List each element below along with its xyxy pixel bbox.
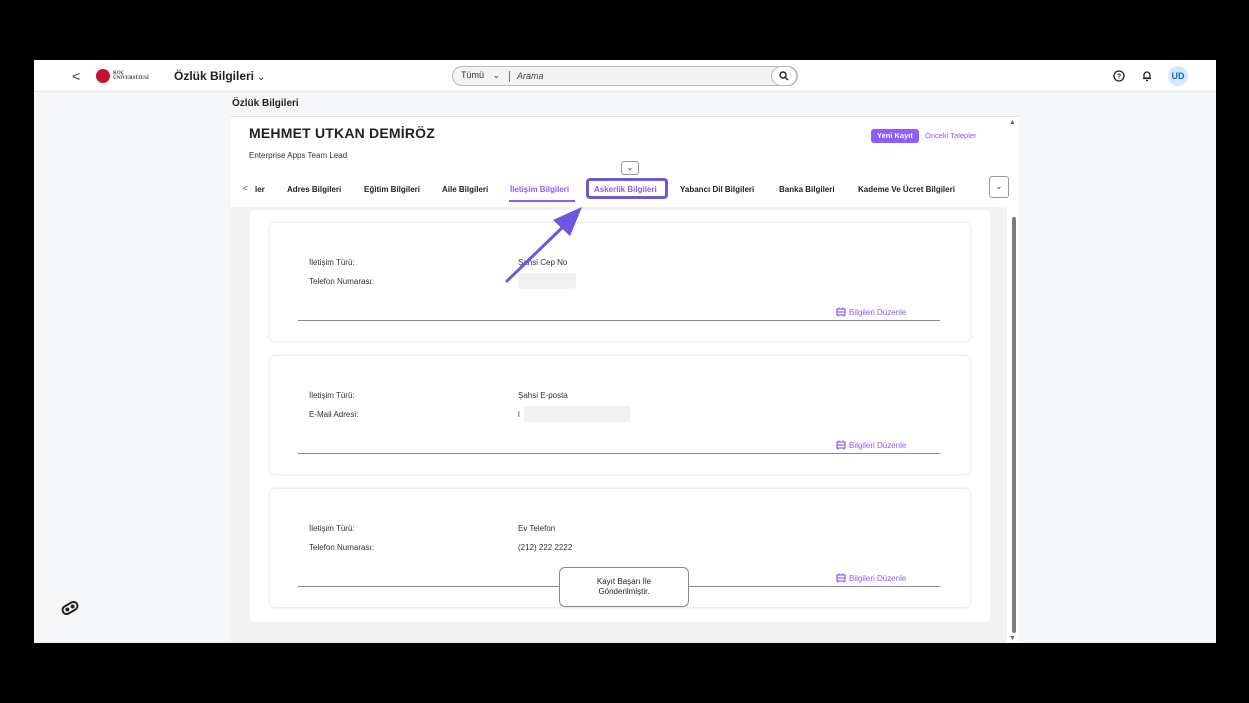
tab-scroll-left-icon[interactable]: < [243,184,248,193]
success-toast: Kayıt Başarı İle Gönderilmiştir. [559,567,689,607]
page-title: Özlük Bilgileri [232,98,299,109]
scroll-up-icon[interactable]: ▲ [1009,119,1016,126]
edit-info-label: Bilgileri Düzenle [849,573,907,583]
tab-highlight-box [586,178,668,199]
bell-icon[interactable] [1140,69,1154,83]
logo-text-line2: ÜNİVERSİTESİ [113,76,149,81]
back-button[interactable]: < [72,68,80,84]
edit-info-label: Bilgileri Düzenle [849,440,907,450]
email-address-label: E-Mail Adresi: [309,410,359,419]
active-tab-indicator [509,200,575,202]
app-screen: < KOÇ ÜNİVERSİTESİ Özlük Bilgileri ⌄ Tümü… [34,60,1216,643]
shell-bar: < KOÇ ÜNİVERSİTESİ Özlük Bilgileri ⌄ Tümü… [34,60,1216,92]
previous-requests-button[interactable]: Önceki Talepler [925,129,977,143]
edit-info-button[interactable]: Bilgileri Düzenle [836,573,906,583]
contact-type-value: Ev Telefon [518,524,556,533]
contact-type-label: İletişim Türü: [309,524,355,533]
contact-type-value: Şahsi Cep No [518,258,568,267]
tab-iletisim-bilgileri[interactable]: İletişim Bilgileri [510,185,569,194]
koc-logo[interactable]: KOÇ ÜNİVERSİTESİ [96,68,176,84]
search-button[interactable] [771,66,797,86]
collapse-header-button[interactable]: ⌄ [621,161,639,175]
tab-aile-bilgileri[interactable]: Aile Bilgileri [442,185,488,194]
tab-banka-bilgileri[interactable]: Banka Bilgileri [779,185,835,194]
edit-icon [836,307,846,317]
tab-egitim-bilgileri[interactable]: Eğitim Bilgileri [364,185,420,194]
scroll-down-icon[interactable]: ▼ [1009,635,1016,642]
redacted-value [524,406,630,422]
tab-partial[interactable]: ler [255,185,265,194]
toast-line1: Kayıt Başarı İle [596,577,652,586]
search-divider [509,71,510,82]
contact-type-value: Şahsi E-posta [518,391,568,400]
search-icon [779,71,789,81]
card-divider [298,453,940,454]
tab-overflow-button[interactable]: ⌄ [989,176,1009,198]
scrollbar-thumb[interactable] [1012,217,1016,633]
edit-icon [836,573,846,583]
chevron-down-icon: ⌄ [257,72,266,83]
phone-number-label: Telefon Numarası: [309,543,374,552]
avatar[interactable]: UD [1168,66,1188,86]
search-scope-value: Tümü [461,70,485,80]
employee-role: Enterprise Apps Team Lead [249,151,348,160]
tab-bar: < ler Adres Bilgileri Eğitim Bilgileri A… [243,176,1009,204]
chevron-down-icon: ⌄ [492,70,501,80]
search-input[interactable]: Arama [517,71,544,81]
toast-line2: Gönderilmiştir. [598,587,650,596]
edit-icon [836,440,846,450]
chevron-down-icon: ⌄ [995,182,1003,191]
object-page: MEHMET UTKAN DEMİRÖZ Enterprise Apps Tea… [231,116,1019,643]
employee-name: MEHMET UTKAN DEMİRÖZ [249,125,435,141]
chevron-down-icon: ⌄ [626,163,634,172]
app-title: Özlük Bilgileri [174,69,255,83]
contact-card: İletişim Türü: Şahsi Cep No Telefon Numa… [270,223,970,341]
edit-info-label: Bilgileri Düzenle [849,307,907,317]
tab-adres-bilgileri[interactable]: Adres Bilgileri [287,185,341,194]
search-scope-select[interactable]: Tümü ⌄ [461,70,500,81]
contact-type-label: İletişim Türü: [309,258,355,267]
tab-kademe-ve-ucret-bilgileri[interactable]: Kademe Ve Ücret Bilgileri [858,185,955,194]
edit-info-button[interactable]: Bilgileri Düzenle [836,307,906,317]
logo-mark-icon [96,69,110,83]
tab-yabanci-dil-bilgileri[interactable]: Yabancı Dil Bilgileri [680,185,754,194]
edit-info-button[interactable]: Bilgileri Düzenle [836,440,906,450]
email-address-value: l [518,410,520,419]
search-bar: Tümü ⌄ Arama [452,66,798,86]
redacted-value [518,273,576,289]
new-record-button[interactable]: Yeni Kayıt [871,129,919,143]
svg-text:?: ? [1117,74,1121,81]
contact-card: İletişim Türü: Şahsi E-posta E-Mail Adre… [270,356,970,474]
contact-type-label: İletişim Türü: [309,391,355,400]
help-icon[interactable]: ? [1112,69,1126,83]
card-divider [298,320,940,321]
logo-text: KOÇ ÜNİVERSİTESİ [113,71,149,81]
phone-number-label: Telefon Numarası: [309,277,374,286]
shell-actions: ? UD [1112,66,1188,86]
phone-number-value: (212) 222 2222 [518,543,573,552]
assistant-launcher-icon[interactable] [58,596,82,625]
app-title-menu[interactable]: Özlük Bilgileri ⌄ [174,69,265,83]
